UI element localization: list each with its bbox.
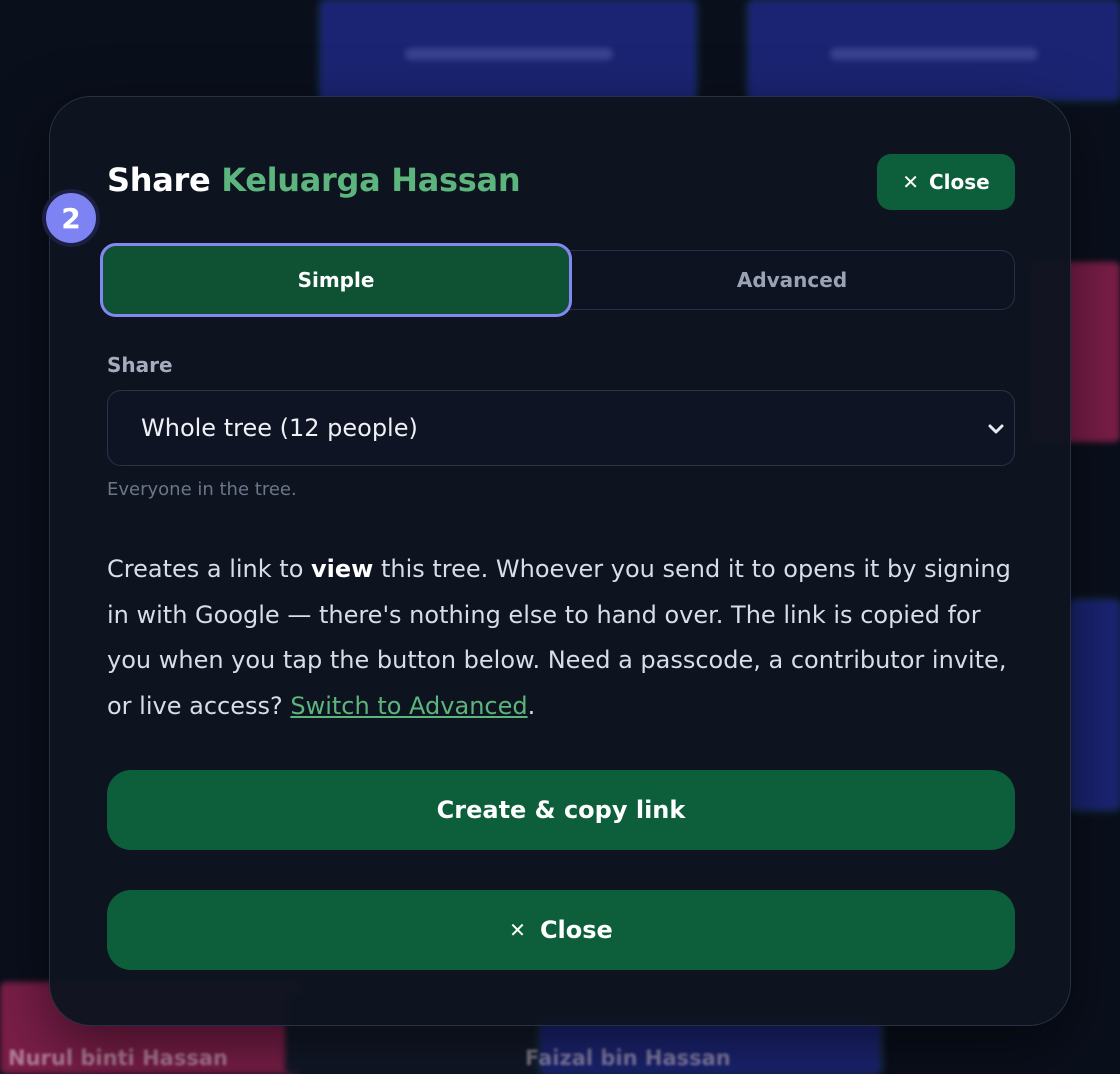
chevron-down-icon (988, 424, 1004, 434)
create-button-label: Create & copy link (436, 796, 686, 824)
tab-label: Simple (297, 268, 375, 292)
close-icon: ✕ (902, 170, 919, 194)
description-end: . (527, 691, 536, 720)
close-button-label: Close (539, 916, 613, 944)
close-button-bottom[interactable]: ✕ Close (107, 890, 1015, 970)
background-text-line (405, 48, 613, 60)
share-scope-select[interactable]: Whole tree (12 people) (107, 390, 1015, 466)
switch-to-advanced-link[interactable]: Switch to Advanced (290, 692, 527, 720)
dialog-title: Share Keluarga Hassan (107, 161, 521, 199)
background-person-name: Faizal bin Hassan (525, 1046, 731, 1070)
tab-label: Advanced (736, 268, 848, 292)
create-copy-link-button[interactable]: Create & copy link (107, 770, 1015, 850)
step-badge: 2 (42, 189, 100, 247)
description-bold: view (311, 555, 374, 583)
mode-tabs: Simple Advanced (100, 243, 1015, 317)
tab-advanced[interactable]: Advanced (570, 251, 1014, 309)
description-text: Creates a link to (107, 555, 312, 583)
background-person-name: Nurul binti Hassan (8, 1046, 228, 1070)
share-field-label: Share (107, 353, 173, 377)
background-card (1070, 600, 1120, 810)
tree-name: Keluarga Hassan (221, 161, 521, 199)
tab-simple[interactable]: Simple (100, 243, 572, 317)
close-button-top[interactable]: ✕ Close (877, 154, 1015, 210)
share-description: Creates a link to view this tree. Whoeve… (107, 547, 1022, 729)
title-lead: Share (107, 161, 211, 199)
share-scope-value: Whole tree (12 people) (141, 414, 418, 442)
share-scope-hint: Everyone in the tree. (107, 479, 297, 500)
close-button-label: Close (929, 170, 990, 194)
share-dialog: Share Keluarga Hassan 2 ✕ Close Simple A… (42, 96, 1071, 1026)
background-text-line (830, 48, 1038, 60)
close-icon: ✕ (509, 918, 526, 942)
